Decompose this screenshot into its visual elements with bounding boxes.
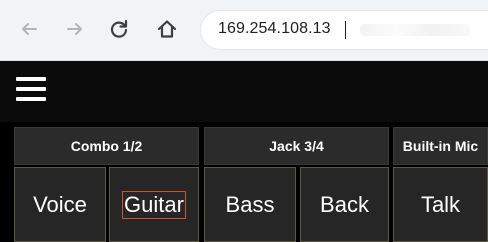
talk-label: Talk <box>420 192 461 217</box>
back-channel-button[interactable]: Back <box>300 167 389 242</box>
back-label: Back <box>320 192 369 217</box>
mixer-app: Combo 1/2 Jack 3/4 Built-in Mic Voice Gu… <box>0 61 488 242</box>
arrow-right-icon <box>67 23 82 35</box>
home-button[interactable] <box>156 18 178 40</box>
guitar-button[interactable]: Guitar <box>109 167 199 242</box>
guitar-label: Guitar <box>122 191 186 219</box>
forward-button[interactable] <box>64 18 86 40</box>
app-header <box>0 61 488 122</box>
url-text: 169.254.108.13 <box>218 20 331 37</box>
blurred-autocomplete <box>360 24 470 36</box>
arrow-left-icon <box>22 23 37 35</box>
address-bar[interactable]: 169.254.108.13 <box>200 10 488 50</box>
voice-button[interactable]: Voice <box>14 167 106 242</box>
browser-toolbar: 169.254.108.13 <box>0 0 488 61</box>
group-header-combo: Combo 1/2 <box>14 127 199 165</box>
group-header-mic: Built-in Mic <box>393 127 488 165</box>
input-groups: Combo 1/2 Jack 3/4 Built-in Mic Voice Gu… <box>0 127 488 242</box>
voice-label: Voice <box>33 192 87 217</box>
reload-icon <box>110 19 128 38</box>
back-button[interactable] <box>18 18 40 40</box>
group-header-jack: Jack 3/4 <box>204 127 389 165</box>
text-cursor <box>345 21 346 39</box>
talk-button[interactable]: Talk <box>393 167 488 242</box>
bass-label: Bass <box>225 192 275 217</box>
hamburger-menu-icon[interactable] <box>16 77 46 101</box>
bass-button[interactable]: Bass <box>204 167 296 242</box>
home-icon <box>157 20 177 38</box>
reload-button[interactable] <box>108 18 130 40</box>
